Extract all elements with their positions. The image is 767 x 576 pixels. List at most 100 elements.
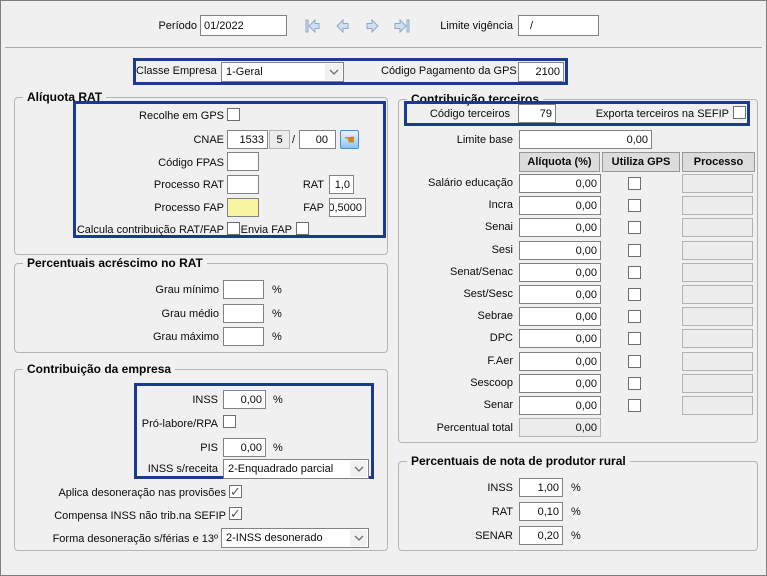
compensa-inss-label: Compensa INSS não trib.na SEFIP	[31, 510, 226, 523]
terceiros-utiliza-gps-checkbox[interactable]	[628, 244, 641, 257]
terceiros-processo-field[interactable]	[682, 374, 753, 393]
previous-record-icon[interactable]	[333, 17, 352, 35]
processo-rat-field[interactable]	[227, 175, 259, 194]
percent-sign: %	[272, 331, 286, 344]
limite-base-field[interactable]: 0,00	[519, 130, 652, 149]
terceiros-processo-field[interactable]	[682, 218, 753, 237]
recolhe-gps-checkbox[interactable]	[227, 108, 240, 121]
limite-base-label: Limite base	[421, 134, 513, 147]
limit-validity-label: Limite vigência	[431, 20, 513, 33]
terceiros-aliquota-field[interactable]: 0,00	[519, 241, 601, 260]
inss-empresa-field[interactable]: 0,00	[223, 390, 266, 409]
grau-minimo-field[interactable]	[223, 280, 264, 299]
terceiros-utiliza-gps-checkbox[interactable]	[628, 332, 641, 345]
terceiros-processo-field[interactable]	[682, 285, 753, 304]
classe-empresa-dropdown[interactable]: 1-Geral	[221, 62, 344, 82]
rural-senar-label: SENAR	[441, 530, 513, 543]
compensa-inss-checkbox[interactable]	[229, 507, 242, 520]
gps-payment-code-field[interactable]: 2100	[518, 62, 564, 82]
groupbox-title: Contribuição da empresa	[23, 362, 175, 376]
terceiros-processo-field[interactable]	[682, 307, 753, 326]
terceiros-processo-field[interactable]	[682, 241, 753, 260]
divider	[5, 47, 762, 48]
terceiros-utiliza-gps-checkbox[interactable]	[628, 377, 641, 390]
terceiros-aliquota-field[interactable]: 0,00	[519, 352, 601, 371]
terceiros-utiliza-gps-checkbox[interactable]	[628, 266, 641, 279]
rural-rat-label: RAT	[441, 506, 513, 519]
processo-fap-field[interactable]	[227, 198, 259, 217]
limit-validity-field[interactable]: /	[518, 15, 599, 36]
rural-senar-field[interactable]: 0,20	[519, 526, 563, 545]
envia-fap-checkbox[interactable]	[296, 222, 309, 235]
rat-field[interactable]: 1,0	[329, 175, 354, 194]
exporta-sefip-label: Exporta terceiros na SEFIP	[571, 108, 729, 121]
rural-inss-field[interactable]: 1,00	[519, 478, 563, 497]
percentual-total-label: Percentual total	[391, 422, 513, 435]
grau-medio-field[interactable]	[223, 304, 264, 323]
rat-label: RAT	[291, 179, 324, 192]
terceiros-aliquota-field[interactable]: 0,00	[519, 285, 601, 304]
empresa-config-window: Período 01/2022 Limite vigência / Classe…	[0, 0, 767, 576]
terceiros-row-label: Sescoop	[391, 377, 513, 390]
period-field[interactable]: 01/2022	[200, 15, 287, 36]
processo-fap-label: Processo FAP	[121, 202, 224, 215]
terceiros-processo-field[interactable]	[682, 329, 753, 348]
terceiros-utiliza-gps-checkbox[interactable]	[628, 399, 641, 412]
aplica-desoneracao-checkbox[interactable]	[229, 485, 242, 498]
cnae-field[interactable]: 1533	[227, 130, 268, 149]
cnae-lookup-icon[interactable]: ☚	[340, 130, 359, 149]
rural-rat-field[interactable]: 0,10	[519, 502, 563, 521]
forma-desoneracao-dropdown[interactable]: 2-INSS desonerado	[221, 528, 369, 548]
terceiros-aliquota-field[interactable]: 0,00	[519, 307, 601, 326]
codigo-terceiros-field[interactable]: 79	[518, 104, 556, 123]
forma-desoneracao-label: Forma desoneração s/férias e 13º	[21, 533, 218, 546]
terceiros-row-label: Sebrae	[391, 310, 513, 323]
terceiros-aliquota-field[interactable]: 0,00	[519, 196, 601, 215]
exporta-sefip-checkbox[interactable]	[733, 106, 746, 119]
groupbox-title: Percentuais acréscimo no RAT	[23, 256, 207, 270]
terceiros-row-label: Senai	[391, 221, 513, 234]
calcula-rat-fap-label: Calcula contribuição RAT/FAP	[41, 224, 224, 237]
grau-maximo-field[interactable]	[223, 327, 264, 346]
cnae-suffix-field[interactable]: 00	[299, 130, 336, 149]
period-label: Período	[121, 20, 197, 33]
terceiros-processo-field[interactable]	[682, 174, 753, 193]
terceiros-aliquota-field[interactable]: 0,00	[519, 263, 601, 282]
terceiros-processo-field[interactable]	[682, 196, 753, 215]
inss-receita-dropdown[interactable]: 2-Enquadrado parcial	[223, 459, 369, 479]
percent-sign: %	[571, 530, 585, 543]
terceiros-utiliza-gps-checkbox[interactable]	[628, 177, 641, 190]
pis-field[interactable]: 0,00	[223, 438, 266, 457]
terceiros-aliquota-field[interactable]: 0,00	[519, 329, 601, 348]
fap-field[interactable]: 0,5000	[329, 198, 366, 217]
terceiros-aliquota-field[interactable]: 0,00	[519, 396, 601, 415]
codigo-fpas-field[interactable]	[227, 152, 259, 171]
fap-label: FAP	[291, 202, 324, 215]
terceiros-utiliza-gps-checkbox[interactable]	[628, 221, 641, 234]
groupbox-title: Percentuais de nota de produtor rural	[407, 454, 630, 468]
terceiros-aliquota-field[interactable]: 0,00	[519, 174, 601, 193]
envia-fap-label: Envia FAP	[238, 224, 292, 237]
column-header-utiliza-gps: Utiliza GPS	[602, 152, 680, 172]
terceiros-utiliza-gps-checkbox[interactable]	[628, 199, 641, 212]
terceiros-processo-field[interactable]	[682, 352, 753, 371]
terceiros-processo-field[interactable]	[682, 396, 753, 415]
terceiros-aliquota-field[interactable]: 0,00	[519, 218, 601, 237]
prolabore-checkbox[interactable]	[223, 415, 236, 428]
column-header-aliquota: Alíquota (%)	[519, 152, 600, 172]
inss-receita-value: 2-Enquadrado parcial	[228, 463, 333, 475]
next-record-icon[interactable]	[363, 17, 382, 35]
terceiros-processo-field[interactable]	[682, 263, 753, 282]
terceiros-row-label: Sesi	[391, 244, 513, 257]
groupbox-title: Alíquota RAT	[23, 90, 106, 104]
terceiros-utiliza-gps-checkbox[interactable]	[628, 288, 641, 301]
terceiros-utiliza-gps-checkbox[interactable]	[628, 355, 641, 368]
terceiros-row-label: Senat/Senac	[391, 266, 513, 279]
column-header-processo: Processo	[682, 152, 755, 172]
recolhe-gps-label: Recolhe em GPS	[101, 110, 224, 123]
codigo-terceiros-label: Código terceiros	[416, 108, 510, 121]
first-record-icon[interactable]	[303, 17, 322, 35]
last-record-icon[interactable]	[393, 17, 412, 35]
terceiros-aliquota-field[interactable]: 0,00	[519, 374, 601, 393]
terceiros-utiliza-gps-checkbox[interactable]	[628, 310, 641, 323]
